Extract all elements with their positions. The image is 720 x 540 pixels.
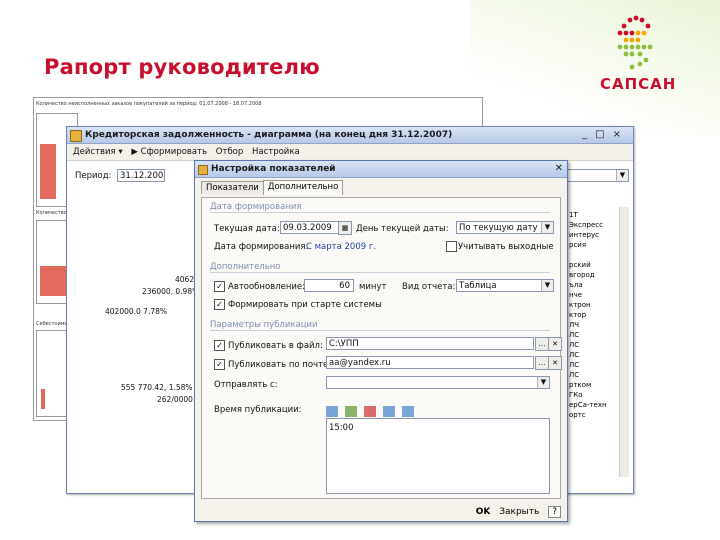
startup-label: Формировать при старте системы [228,300,382,310]
scrollbar[interactable] [619,207,629,477]
right-list-item: вгород [569,271,595,279]
right-list-item: ГКо [569,391,583,399]
right-list-item: ЛС [569,371,580,379]
period-label: Период: [75,171,112,181]
section-publish: Параметры публикации [210,320,550,331]
right-list-item [569,250,617,260]
to-mail-checkbox[interactable]: ✓ [214,359,225,370]
weekend-label: Учитывать выходные [458,242,554,252]
report-type-label: Вид отчета: [402,282,456,292]
close-button[interactable]: Закрыть [499,507,539,517]
weekend-checkbox[interactable] [446,241,457,252]
to-file-label: Публиковать в файл: [228,341,323,351]
cur-date-label: Текущая дата: [214,224,280,234]
autosave-unit: минут [359,282,387,292]
right-list-item: интерус [569,231,599,239]
right-list-item: ъла [569,281,583,289]
gen-date-value: С марта 2009 г. [306,242,377,252]
pub-time-list[interactable]: 15:00 [326,418,550,494]
tab-panel: Дата формирования Текущая дата: 09.03.20… [201,197,562,499]
delete-icon[interactable] [364,406,377,417]
tab-indicators[interactable]: Показатели [201,181,264,194]
send-from-select[interactable]: ▼ [326,376,550,389]
autosave-checkbox[interactable]: ✓ [214,281,225,292]
right-list-item: ЛС [569,331,580,339]
right-list-item: ктрон [569,301,591,309]
window-controls[interactable]: _□× [582,127,629,143]
day-select[interactable]: По текущую дату ▼ [456,221,554,234]
filter-button[interactable]: Отбор [216,147,243,157]
dialog-icon [198,165,208,175]
ok-button[interactable]: OK [476,507,491,517]
settings-button[interactable]: Настройка [252,147,300,157]
to-mail-field[interactable]: aa@yandex.ru [326,356,534,369]
startup-checkbox[interactable]: ✓ [214,299,225,310]
up-icon[interactable] [383,406,396,417]
slide-title: Рапорт руководителю [44,55,320,79]
actions-menu[interactable]: Действия ▾ [73,147,123,157]
dialog-buttons: OK Закрыть ? [470,506,561,518]
report-toolbar: Действия ▾ ▶ Сформировать Отбор Настройк… [67,144,633,161]
report-header-1: Количество неисполненных заказов покупат… [36,101,262,107]
section-date: Дата формирования [210,202,550,213]
right-list-item: ерСа-техн [569,401,607,409]
report-window-titlebar[interactable]: Кредиторская задолженность - диаграмма (… [67,127,633,144]
report-window-title: Кредиторская задолженность - диаграмма (… [85,130,453,140]
right-list-item: ртком [569,381,592,389]
right-list-item: ЛС [569,341,580,349]
to-mail-label: Публиковать по почте: [228,360,332,370]
down-icon[interactable] [402,406,415,417]
right-list-item: ЛС [569,351,580,359]
corner-decoration [470,0,720,135]
calendar-icon[interactable]: ▦ [338,221,352,235]
autosave-label: Автообновление: [228,282,306,292]
right-list-item: рсия [569,241,587,249]
right-list-item: ЛС [569,361,580,369]
report-icon [70,130,82,142]
to-file-checkbox[interactable]: ✓ [214,340,225,351]
add-icon[interactable] [326,406,338,417]
close-icon[interactable]: ✕ [555,161,563,177]
right-list-item: рский [569,261,591,269]
browse-button[interactable]: … [535,356,549,370]
dialog-tabs: Показатели Дополнительно [201,180,344,197]
right-list: 1Т Экспресс интерус рсия рский вгород ъла нчe кт… [569,210,617,480]
right-list-item: ктор [569,311,587,319]
clear-icon[interactable]: ✕ [548,337,562,351]
section-extra: Дополнительно [210,262,550,273]
report-type-select[interactable]: Таблица ▼ [456,279,554,292]
browse-button[interactable]: … [535,337,549,351]
copy-icon[interactable] [345,406,358,417]
to-file-field[interactable]: C:\УПП [326,337,534,350]
dialog-titlebar[interactable]: Настройка показателей ✕ [195,161,567,178]
tab-additional[interactable]: Дополнительно [262,180,344,195]
chevron-down-icon: ▼ [616,170,628,181]
autosave-field[interactable]: 60 [304,279,354,292]
sales-value-2: 236000, 0.98% [142,287,200,296]
help-button[interactable]: ? [548,506,561,518]
dialog-title: Настройка показателей [211,164,336,174]
send-from-label: Отправлять с: [214,380,278,390]
generate-button[interactable]: ▶ Сформировать [131,147,207,157]
chevron-down-icon: ▼ [537,377,549,388]
right-list-item: ЛЧ [569,321,580,329]
right-list-item: ортс [569,411,586,419]
chart-bar [41,389,45,409]
day-label: День текущей даты: [356,224,449,234]
sales-value-4: 555 770.42, 1.58% [121,383,193,392]
settings-dialog[interactable]: Настройка показателей ✕ Показатели Дополн… [194,160,568,522]
right-list-item: нчe [569,291,583,299]
logo-text: САПСАН [600,75,677,93]
right-list-item: Экспресс [569,221,603,229]
sales-value-5: 262/0000 [157,395,193,404]
chart-bar [40,144,56,199]
sales-value-3: 402000.0 7.78% [105,307,167,316]
right-list-item: 1Т [569,211,578,219]
chevron-down-icon: ▼ [541,280,553,291]
gen-date-label: Дата формирования: [214,242,309,252]
pub-time-label: Время публикации: [214,405,302,415]
clear-icon[interactable]: ✕ [548,356,562,370]
period-field[interactable]: 31.12.2007 [117,169,165,182]
chevron-down-icon: ▼ [541,222,553,233]
